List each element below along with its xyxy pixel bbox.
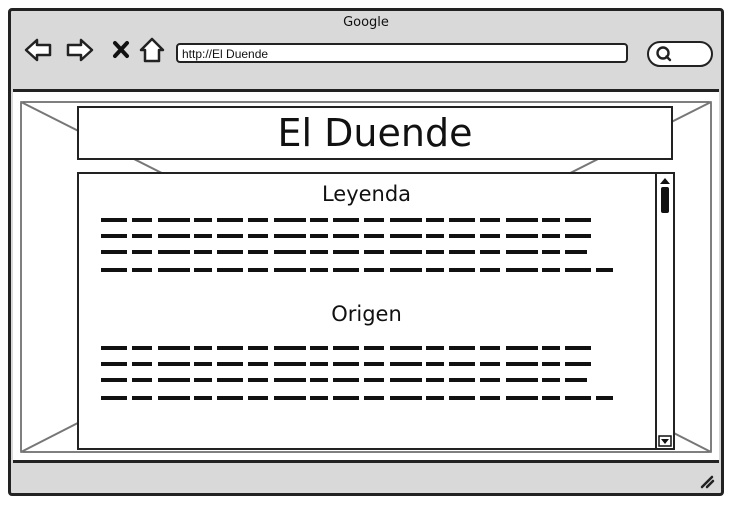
home-icon[interactable] (137, 35, 167, 65)
vertical-scrollbar[interactable] (655, 174, 673, 448)
search-icon (656, 46, 672, 62)
forward-arrow-icon[interactable] (65, 35, 95, 65)
browser-window: Google http://El Duende El Duende Leyend… (8, 8, 724, 496)
back-arrow-icon[interactable] (23, 35, 53, 65)
url-text: http://El Duende (182, 47, 269, 61)
placeholder-text-block (101, 346, 613, 400)
search-button[interactable] (647, 41, 713, 67)
content-panel: Leyenda Origen (77, 172, 675, 450)
page-viewport: El Duende Leyenda Origen (13, 89, 719, 463)
window-title: Google (343, 15, 389, 30)
close-icon[interactable] (107, 35, 137, 65)
scroll-thumb (661, 187, 669, 213)
section-title-leyenda: Leyenda (321, 182, 412, 206)
status-bar (11, 467, 721, 493)
browser-toolbar: Google http://El Duende (11, 11, 721, 89)
scroll-up-icon (660, 178, 670, 184)
resize-grip-icon[interactable] (699, 473, 715, 489)
page-header: El Duende (77, 106, 673, 160)
scroll-down-icon (661, 439, 669, 444)
scrollbar-controls (658, 178, 672, 447)
address-bar[interactable]: http://El Duende (176, 43, 628, 63)
page-title: El Duende (277, 111, 473, 155)
section-title-origen: Origen (331, 302, 402, 326)
placeholder-text-block (101, 218, 613, 272)
